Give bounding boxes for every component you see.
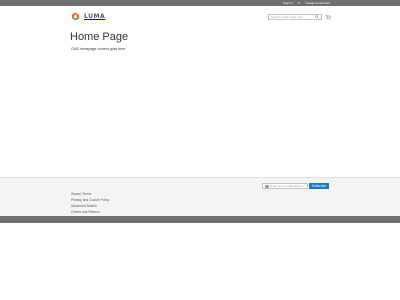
site-header: LUMA (0, 6, 400, 26)
mail-icon (265, 185, 269, 188)
subscribe-button[interactable]: Subscribe (309, 183, 329, 189)
cart-icon[interactable] (325, 14, 331, 20)
page-footer: Search Terms Privacy and Cookie Policy A… (0, 177, 400, 220)
cms-content: CMS homepage content goes here. (71, 47, 127, 51)
newsletter-email-input[interactable] (270, 184, 307, 188)
search-box (268, 14, 322, 20)
luma-logo-icon (71, 12, 80, 21)
search-icon[interactable] (315, 15, 319, 19)
store-logo[interactable]: LUMA (71, 12, 105, 21)
copyright-bar: Copyright © 2013-present Magento, Inc. A… (0, 216, 400, 230)
page-title: Home Page (70, 31, 129, 43)
footer-links: Search Terms Privacy and Cookie Policy A… (71, 182, 109, 220)
logo-text: LUMA (84, 13, 106, 20)
newsletter-field (262, 183, 308, 189)
search-input[interactable] (271, 15, 315, 19)
copyright-text: Copyright © 2013-present Magento, Inc. A… (163, 226, 237, 230)
